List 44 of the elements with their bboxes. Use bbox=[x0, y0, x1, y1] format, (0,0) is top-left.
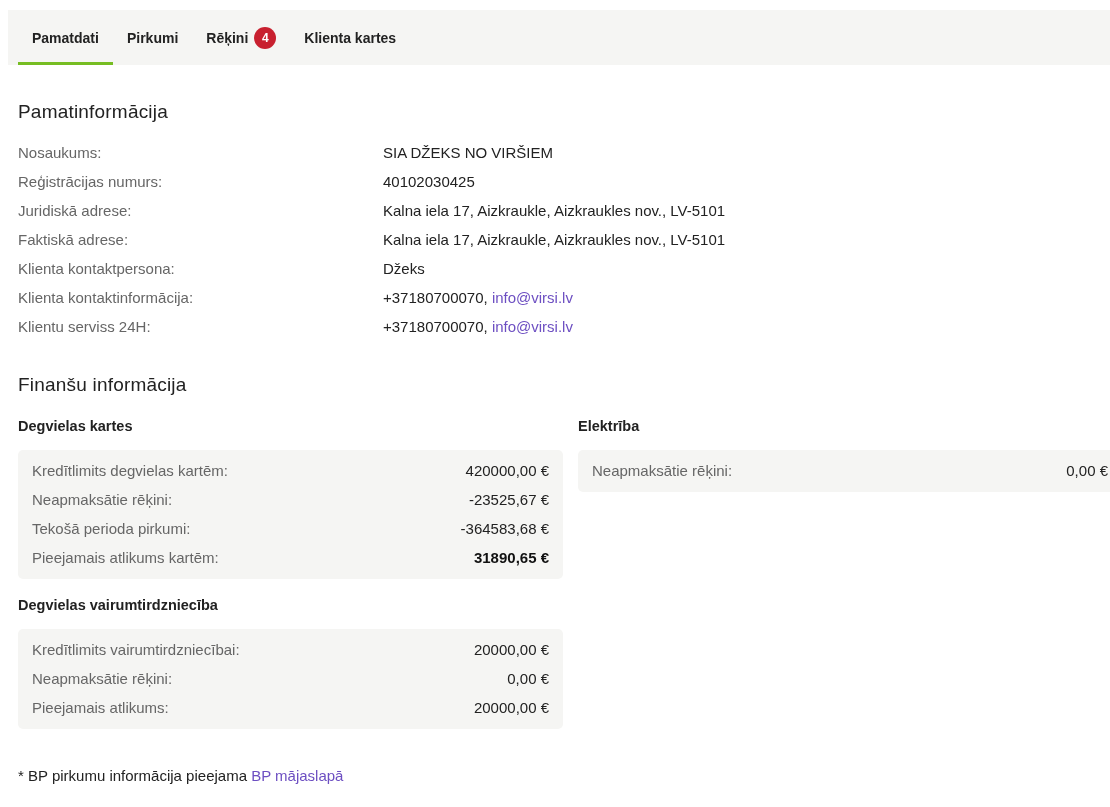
group-title: Elektrība bbox=[578, 418, 641, 434]
amount-value: 20000,00 € bbox=[473, 640, 549, 659]
field-value: Kalna iela 17, Aizkraukle, Aizkraukles nov., LV-5101 bbox=[383, 201, 727, 220]
amount-value: 0,00 € bbox=[1066, 461, 1108, 480]
field-label: Nosaukums: bbox=[18, 143, 103, 162]
website-link[interactable]: BP mājaslapā bbox=[251, 767, 344, 784]
amount-label: Kredītlimits vairumtirdzniecībai: bbox=[32, 640, 240, 659]
field-label: Reģistrācijas numurs: bbox=[18, 172, 164, 191]
field-value: +37180700070, info@virsi.lv bbox=[383, 317, 574, 336]
email-link[interactable]: info@virsi.lv bbox=[491, 289, 573, 306]
tab[interactable]: Klienta kartes bbox=[290, 13, 411, 65]
tab[interactable]: Rēķini 4 bbox=[192, 13, 291, 65]
field-label: Faktiskā adrese: bbox=[18, 230, 130, 249]
amount-label: Kredītlimits degvielas kartēm: bbox=[32, 461, 228, 480]
amount-value: -364583,68 € bbox=[460, 519, 549, 538]
field-label: Klienta kontaktinformācija: bbox=[18, 288, 195, 307]
tab[interactable]: Pirkumi bbox=[112, 13, 193, 65]
amount-value: 31890,65 € bbox=[473, 548, 549, 567]
amount-value: 20000,00 € bbox=[473, 698, 549, 717]
amount-label: Neapmaksātie rēķini: bbox=[592, 461, 733, 480]
amount-label: Tekošā perioda pirkumi: bbox=[32, 519, 191, 538]
field-label: Klientu serviss 24H: bbox=[18, 317, 152, 336]
group-title: Degvielas vairumtirdzniecība bbox=[18, 597, 219, 613]
field-label: Klienta kontaktpersona: bbox=[18, 259, 176, 278]
field-value: +37180700070, info@virsi.lv bbox=[383, 288, 574, 307]
amount-label: Pieejamais atlikums kartēm: bbox=[32, 548, 219, 567]
section-title: Finanšu informācija bbox=[18, 374, 188, 396]
email-link[interactable]: info@virsi.lv bbox=[491, 318, 573, 335]
field-label: Juridiskā adrese: bbox=[18, 201, 133, 220]
tab[interactable]: Pamatdati bbox=[18, 13, 113, 65]
field-value: Džeks bbox=[383, 259, 426, 278]
field-value: Kalna iela 17, Aizkraukle, Aizkraukles nov., LV-5101 bbox=[383, 230, 727, 249]
field-value: SIA DŽEKS NO VIRŠIEM bbox=[383, 143, 555, 162]
amount-label: Pieejamais atlikums: bbox=[32, 698, 169, 717]
count-badge: 4 bbox=[254, 26, 277, 49]
amount-value: -23525,67 € bbox=[468, 490, 549, 509]
amount-value: 0,00 € bbox=[507, 669, 549, 688]
section-title: Pamatinformācija bbox=[18, 101, 169, 123]
amount-value: 420000,00 € bbox=[465, 461, 549, 480]
amount-label: Neapmaksātie rēķini: bbox=[32, 490, 173, 509]
group-title: Degvielas kartes bbox=[18, 418, 134, 434]
amount-label: Neapmaksātie rēķini: bbox=[32, 669, 173, 688]
footnote: * BP pirkumu informācija pieejama BP mājaslapā bbox=[18, 767, 345, 784]
field-value: 40102030425 bbox=[383, 172, 476, 191]
